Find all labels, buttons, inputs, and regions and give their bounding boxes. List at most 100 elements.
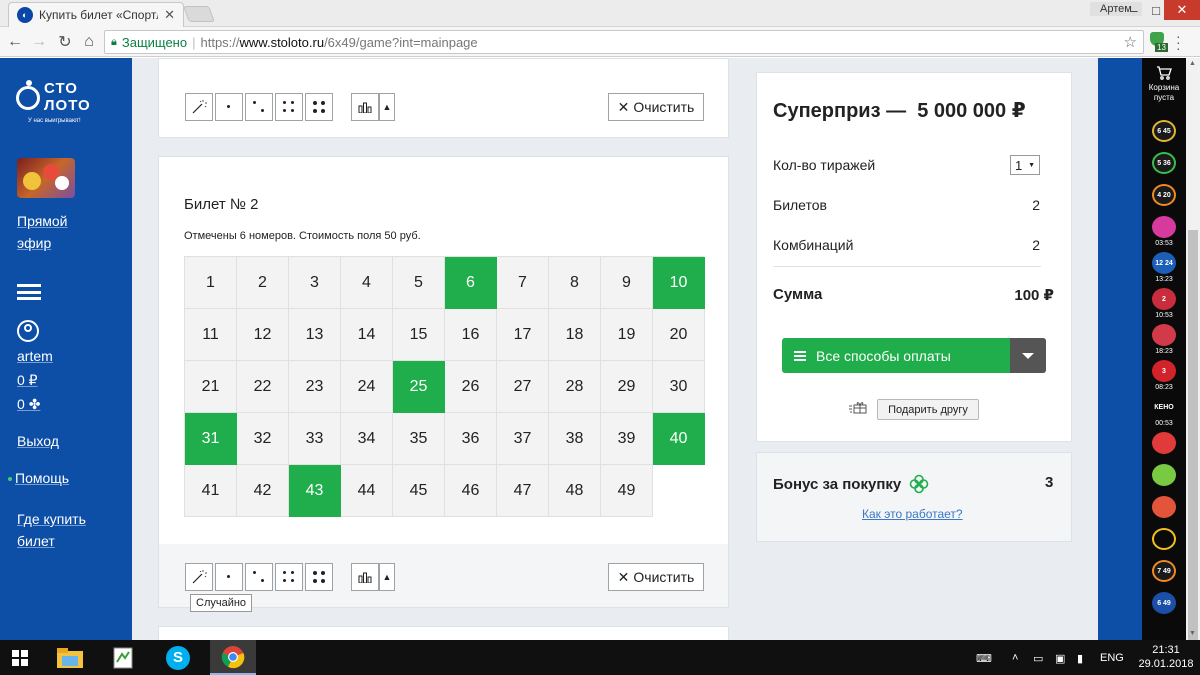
dice-1-button[interactable] [215,93,243,121]
game-badge-icon[interactable]: 6 45 [1152,120,1176,142]
reload-icon[interactable]: ↻ [54,31,76,53]
file-explorer-icon[interactable] [47,640,93,675]
dice-2-button[interactable] [245,563,273,591]
game-badge-icon[interactable] [1152,324,1176,346]
number-cell[interactable]: 28 [549,361,601,413]
number-cell[interactable]: 34 [341,413,393,465]
tray-chevron-icon[interactable]: ˄ [1012,652,1018,664]
game-badge-icon[interactable]: 12 24 [1152,252,1176,274]
number-cell[interactable]: 9 [601,257,653,309]
pay-dropdown-toggle[interactable] [1010,338,1046,373]
collapse-arrow-button[interactable]: ▲ [379,563,395,591]
tray-app-icon[interactable]: ▣ [1055,652,1065,665]
number-cell[interactable]: 7 [497,257,549,309]
notepad-plus-icon[interactable] [100,640,146,675]
forward-arrow-icon[interactable]: → [28,31,50,53]
number-cell[interactable]: 4 [341,257,393,309]
address-bar[interactable]: 🔒︎ Защищено | https://www.stoloto.ru/6x4… [104,30,1144,54]
number-cell[interactable]: 47 [497,465,549,517]
number-cell[interactable]: 11 [185,309,237,361]
game-badge-icon[interactable]: 4 20 [1152,184,1176,206]
number-cell[interactable]: 22 [237,361,289,413]
number-cell[interactable]: 20 [653,309,705,361]
chrome-icon[interactable] [210,640,256,675]
number-cell[interactable]: 23 [289,361,341,413]
number-cell[interactable]: 32 [237,413,289,465]
bookmark-star-icon[interactable]: ☆ [1124,33,1137,51]
game-badge-icon[interactable]: 2 [1152,288,1176,310]
balance-link[interactable]: 0 ₽ [17,369,38,391]
number-cell[interactable]: 39 [601,413,653,465]
number-cell[interactable]: 27 [497,361,549,413]
tab-stoloto[interactable]: ◐ Купить билет «Спортлото ✕ [8,2,184,27]
number-cell[interactable]: 37 [497,413,549,465]
logout-link[interactable]: Выход [17,430,59,452]
user-icon[interactable] [17,320,39,342]
game-badge-icon[interactable] [1152,528,1176,550]
home-icon[interactable]: ⌂ [78,31,100,53]
menu-hamburger-icon[interactable] [17,284,41,300]
cart-widget[interactable]: Корзина пуста [1142,66,1186,103]
number-cell[interactable]: 44 [341,465,393,517]
number-cell[interactable]: 49 [601,465,653,517]
number-cell[interactable]: 48 [549,465,601,517]
number-cell[interactable]: 33 [289,413,341,465]
number-cell[interactable]: 38 [549,413,601,465]
number-cell[interactable]: 14 [341,309,393,361]
number-cell[interactable]: 21 [185,361,237,413]
game-badge-icon[interactable]: КЕНО [1152,396,1176,418]
help-link[interactable]: Помощь [8,467,69,489]
number-cell[interactable]: 13 [289,309,341,361]
number-cell[interactable]: 24 [341,361,393,413]
number-cell[interactable]: 12 [237,309,289,361]
random-wand-button[interactable] [185,563,213,591]
username-link[interactable]: artem [17,345,53,367]
game-badge-icon[interactable] [1152,464,1176,486]
clock[interactable]: 21:31 29.01.2018 [1136,643,1196,671]
close-tab-icon[interactable]: ✕ [164,7,175,23]
number-cell[interactable]: 35 [393,413,445,465]
bonus-balance-link[interactable]: 0 ✤ [17,393,40,415]
battery-icon[interactable]: ▭ [1033,652,1043,665]
draws-select[interactable]: 1 ▼ [1010,155,1040,175]
new-tab-button[interactable] [183,6,215,22]
random-wand-button[interactable] [185,93,213,121]
number-cell[interactable]: 29 [601,361,653,413]
number-cell[interactable]: 41 [185,465,237,517]
number-cell-selected[interactable]: 10 [653,257,705,309]
number-cell[interactable]: 45 [393,465,445,517]
number-cell[interactable]: 26 [445,361,497,413]
pay-button[interactable]: Все способы оплаты [782,338,1046,373]
number-cell[interactable]: 30 [653,361,705,413]
number-cell[interactable]: 1 [185,257,237,309]
extension-shield-icon[interactable]: 13 [1150,32,1168,52]
dice-4-button[interactable] [275,93,303,121]
number-cell[interactable]: 3 [289,257,341,309]
keyboard-icon[interactable]: ⌨ [976,652,992,665]
number-cell[interactable]: 2 [237,257,289,309]
language-indicator[interactable]: ENG [1100,652,1124,664]
dice-4-button[interactable] [275,563,303,591]
live-stream-thumbnail[interactable] [17,158,75,198]
close-window-icon[interactable]: ✕ [1164,0,1200,20]
number-cell[interactable]: 16 [445,309,497,361]
number-cell[interactable]: 19 [601,309,653,361]
live-link[interactable]: Прямой эфир [17,210,68,254]
dice-2-button[interactable] [245,93,273,121]
game-badge-icon[interactable] [1152,496,1176,518]
game-badge-icon[interactable]: 5 36 [1152,152,1176,174]
back-arrow-icon[interactable]: ← [4,31,26,53]
number-cell[interactable]: 5 [393,257,445,309]
number-cell-selected[interactable]: 40 [653,413,705,465]
how-it-works-link[interactable]: Как это работает? [862,507,963,521]
windows-start-icon[interactable] [12,650,28,666]
gift-friend-button[interactable]: Подарить другу [877,399,979,420]
skype-icon[interactable]: S [155,640,201,675]
game-badge-icon[interactable]: 3 [1152,360,1176,382]
game-badge-icon[interactable] [1152,432,1176,454]
dice-4b-button[interactable] [305,563,333,591]
stats-chart-button[interactable] [351,563,379,591]
number-cell[interactable]: 18 [549,309,601,361]
dice-4b-button[interactable] [305,93,333,121]
browser-menu-icon[interactable]: · · · [1176,29,1181,55]
